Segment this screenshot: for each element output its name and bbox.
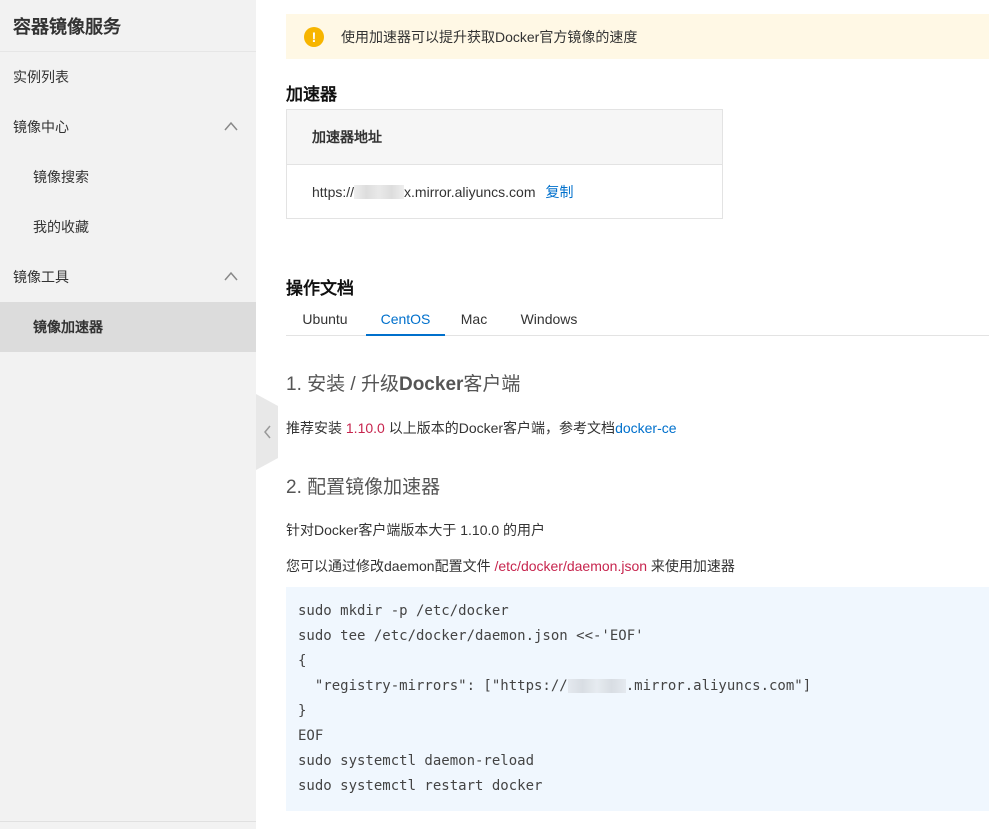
tab-windows[interactable]: Windows xyxy=(508,303,590,336)
code-line: { xyxy=(298,653,307,669)
copy-button[interactable]: 复制 xyxy=(546,182,574,202)
notice-banner: ! 使用加速器可以提升获取Docker官方镜像的速度 xyxy=(286,14,989,59)
step2-title: 2. 配置镜像加速器 xyxy=(286,472,440,499)
sidebar-item-label: 我的收藏 xyxy=(33,219,89,235)
code-line-part: .mirror.aliyuncs.com"] xyxy=(625,678,812,694)
sidebar-item-label: 镜像加速器 xyxy=(33,319,103,335)
sidebar-item-label: 镜像搜索 xyxy=(33,169,89,185)
chevron-up-icon[interactable] xyxy=(224,121,238,131)
notice-text: 使用加速器可以提升获取Docker官方镜像的速度 xyxy=(341,28,638,45)
step2-line2-a: 您可以通过修改daemon配置文件 xyxy=(286,558,495,574)
step1-text-b: 以上版本的Docker客户端，参考文档 xyxy=(384,420,616,436)
code-line: "registry-mirrors": ["https:// .mirror.al… xyxy=(298,674,977,699)
tab-ubuntu[interactable]: Ubuntu xyxy=(286,303,364,336)
sidebar-footer xyxy=(0,821,256,829)
step2-line2: 您可以通过修改daemon配置文件 /etc/docker/daemon.jso… xyxy=(286,556,735,576)
step1-text: 推荐安装 1.10.0 以上版本的Docker客户端，参考文档docker-ce xyxy=(286,418,677,438)
step2-line1: 针对Docker客户端版本大于 1.10.0 的用户 xyxy=(286,522,546,538)
step1-number: 1. xyxy=(286,374,302,395)
tab-mac[interactable]: Mac xyxy=(450,303,498,336)
redacted-block xyxy=(567,679,626,693)
tab-centos[interactable]: CentOS xyxy=(366,303,445,336)
accelerator-header: 加速器地址 xyxy=(287,110,722,165)
redacted-block xyxy=(354,184,405,199)
step2-number: 2. xyxy=(286,477,302,498)
chevron-left-icon xyxy=(256,394,278,470)
sidebar-item-instance-list[interactable]: 实例列表 xyxy=(0,52,256,102)
step1-title: 1. 安装 / 升级Docker客户端 xyxy=(286,369,520,396)
sidebar-title: 容器镜像服务 xyxy=(0,0,256,52)
code-line: sudo tee /etc/docker/daemon.json <<-'EOF… xyxy=(298,628,644,644)
docs-title: 操作文档 xyxy=(286,279,354,298)
step1-text-a: 推荐安装 xyxy=(286,420,346,436)
code-line: sudo systemctl restart docker xyxy=(298,778,543,794)
sidebar-item-image-search[interactable]: 镜像搜索 xyxy=(0,152,256,202)
step2-line2-b: 来使用加速器 xyxy=(647,558,735,574)
sidebar-item-image-center[interactable]: 镜像中心 xyxy=(0,102,256,152)
code-line: EOF xyxy=(298,728,324,744)
code-line: sudo systemctl daemon-reload xyxy=(298,753,535,769)
sidebar-collapse-handle[interactable] xyxy=(256,394,278,470)
accelerator-url-suffix: x.mirror.aliyuncs.com xyxy=(404,183,536,200)
code-line-part: "registry-mirrors": ["https:// xyxy=(298,678,568,694)
sidebar: 容器镜像服务 实例列表 镜像中心 镜像搜索 我的收藏 镜像工具 镜像加速器 xyxy=(0,0,256,829)
sidebar-item-image-accelerator[interactable]: 镜像加速器 xyxy=(0,302,256,352)
code-line: } xyxy=(298,703,307,719)
step2-title-text: 配置镜像加速器 xyxy=(307,477,441,498)
version-highlight: 1.10.0 xyxy=(345,420,385,436)
step1-title-c: 客户端 xyxy=(463,374,521,395)
accelerator-title: 加速器 xyxy=(286,85,337,104)
sidebar-item-label: 镜像工具 xyxy=(13,269,69,285)
accelerator-box: 加速器地址 https:// x.mirror.aliyuncs.com 复制 xyxy=(286,109,723,219)
sidebar-item-label: 镜像中心 xyxy=(13,119,69,135)
step1-title-a: 安装 / 升级 xyxy=(307,374,399,395)
code-block[interactable]: sudo mkdir -p /etc/docker sudo tee /etc/… xyxy=(286,587,989,811)
sidebar-item-favorites[interactable]: 我的收藏 xyxy=(0,202,256,252)
main-content: ! 使用加速器可以提升获取Docker官方镜像的速度 加速器 加速器地址 htt… xyxy=(286,0,989,829)
docs-tabs: Ubuntu CentOS Mac Windows xyxy=(286,303,989,336)
warning-icon: ! xyxy=(304,26,324,47)
sidebar-item-label: 实例列表 xyxy=(13,69,69,85)
config-path: /etc/docker/daemon.json xyxy=(494,558,648,574)
accelerator-url-row: https:// x.mirror.aliyuncs.com 复制 xyxy=(287,165,722,218)
docker-ce-link[interactable]: docker-ce xyxy=(615,420,676,436)
step1-title-b: Docker xyxy=(398,374,464,395)
accelerator-url-prefix: https:// xyxy=(312,183,355,200)
code-line: sudo mkdir -p /etc/docker xyxy=(298,603,509,619)
sidebar-item-image-tools[interactable]: 镜像工具 xyxy=(0,252,256,302)
chevron-up-icon[interactable] xyxy=(224,271,238,281)
